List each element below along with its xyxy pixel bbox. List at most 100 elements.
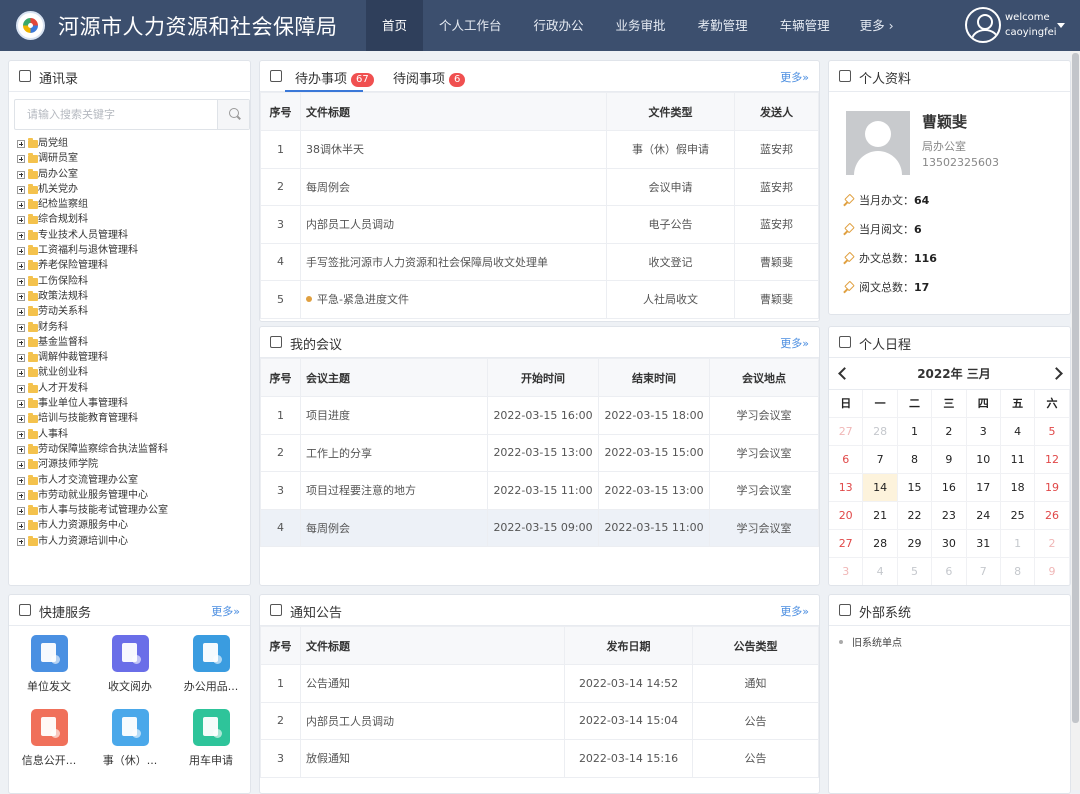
external-system-link[interactable]: 旧系统单点 bbox=[839, 634, 902, 649]
calendar-day[interactable]: 16 bbox=[932, 474, 967, 502]
calendar-day[interactable]: 31 bbox=[966, 530, 1001, 558]
contacts-search-input[interactable] bbox=[15, 100, 210, 129]
calendar-day[interactable]: 3 bbox=[829, 558, 864, 585]
tree-item[interactable]: 调研员室 bbox=[17, 151, 250, 166]
tab-toread[interactable]: 待阅事项 6 bbox=[393, 68, 466, 87]
calendar-day[interactable]: 6 bbox=[932, 558, 967, 585]
calendar-day[interactable]: 22 bbox=[897, 502, 933, 530]
expand-plus-icon[interactable] bbox=[17, 430, 25, 439]
tree-item[interactable]: 人事科 bbox=[17, 427, 250, 442]
tab-pending[interactable]: 待办事项 67 bbox=[295, 68, 374, 87]
table-row[interactable]: 5 平急-紧急进度文件 人社局收文 曹颖斐 bbox=[260, 280, 819, 319]
calendar-day[interactable]: 24 bbox=[966, 502, 1001, 530]
nav-more[interactable]: 更多 › bbox=[846, 0, 908, 51]
calendar-day[interactable]: 19 bbox=[1035, 474, 1070, 502]
nav-home[interactable]: 首页 bbox=[366, 0, 424, 51]
document-send-icon[interactable] bbox=[30, 635, 68, 672]
car-icon[interactable] bbox=[192, 709, 230, 746]
quick-services-more-link[interactable]: 更多» bbox=[211, 603, 240, 619]
tree-item[interactable]: 市人力资源服务中心 bbox=[17, 518, 250, 533]
user-avatar-icon[interactable] bbox=[965, 7, 1001, 43]
tree-item[interactable]: 培训与技能教育管理科 bbox=[17, 411, 250, 426]
expand-plus-icon[interactable] bbox=[17, 308, 25, 317]
expand-plus-icon[interactable] bbox=[17, 185, 25, 194]
calendar-day[interactable]: 2 bbox=[932, 418, 967, 446]
expand-plus-icon[interactable] bbox=[17, 476, 25, 485]
search-icon[interactable] bbox=[217, 100, 249, 129]
expand-plus-icon[interactable] bbox=[17, 247, 25, 256]
tree-item[interactable]: 局党组 bbox=[17, 136, 250, 151]
table-row[interactable]: 1 项目进度 2022-03-15 16:00 2022-03-15 18:00 学习会… bbox=[260, 396, 819, 435]
calendar-day[interactable]: 2 bbox=[1035, 530, 1070, 558]
tree-item[interactable]: 人才开发科 bbox=[17, 381, 250, 396]
nav-attendance[interactable]: 考勤管理 bbox=[682, 0, 764, 51]
tree-item[interactable]: 劳动保障监察综合执法监督科 bbox=[17, 442, 250, 457]
nav-admin-office[interactable]: 行政办公 bbox=[518, 0, 600, 51]
expand-plus-icon[interactable] bbox=[17, 537, 25, 546]
calendar-day[interactable]: 29 bbox=[897, 530, 933, 558]
expand-plus-icon[interactable] bbox=[17, 170, 25, 179]
expand-plus-icon[interactable] bbox=[17, 155, 25, 164]
tree-item[interactable]: 市人力资源培训中心 bbox=[17, 534, 250, 549]
table-row[interactable]: 1 公告通知 2022-03-14 14:52 通知 bbox=[260, 664, 819, 703]
calendar-day[interactable]: 9 bbox=[932, 446, 967, 474]
todo-more-link[interactable]: 更多» bbox=[780, 69, 809, 85]
tree-item[interactable]: 河源技师学院 bbox=[17, 457, 250, 472]
scrollbar-thumb[interactable] bbox=[1072, 53, 1079, 723]
meeting-topic[interactable]: 项目过程要注意的地方 bbox=[300, 471, 488, 510]
calendar-day[interactable]: 25 bbox=[1000, 502, 1036, 530]
expand-plus-icon[interactable] bbox=[17, 384, 25, 393]
row-title[interactable]: 内部员工人员调动 bbox=[306, 218, 394, 231]
calendar-day[interactable]: 5 bbox=[898, 558, 933, 585]
calendar-day[interactable]: 11 bbox=[1000, 446, 1036, 474]
calendar-day-today[interactable]: 14 bbox=[863, 474, 898, 502]
tree-item[interactable]: 劳动关系科 bbox=[17, 304, 250, 319]
row-title[interactable]: 手写签批河源市人力资源和社会保障局收文处理单 bbox=[306, 256, 548, 269]
expand-plus-icon[interactable] bbox=[17, 491, 25, 500]
nav-workbench[interactable]: 个人工作台 bbox=[423, 0, 518, 51]
expand-plus-icon[interactable] bbox=[17, 522, 25, 531]
document-edit-icon[interactable] bbox=[30, 709, 68, 746]
calendar-day[interactable]: 4 bbox=[1000, 418, 1036, 446]
tree-item[interactable]: 就业创业科 bbox=[17, 365, 250, 380]
notices-more-link[interactable]: 更多» bbox=[780, 603, 809, 619]
calendar-day[interactable]: 9 bbox=[1035, 558, 1070, 585]
calendar-day[interactable]: 23 bbox=[932, 502, 967, 530]
tree-item[interactable]: 工资福利与退休管理科 bbox=[17, 243, 250, 258]
expand-plus-icon[interactable] bbox=[17, 231, 25, 240]
tree-item[interactable]: 养老保险管理科 bbox=[17, 258, 250, 273]
calendar-day[interactable]: 13 bbox=[829, 474, 864, 502]
calendar-day[interactable]: 21 bbox=[863, 502, 898, 530]
expand-plus-icon[interactable] bbox=[17, 400, 25, 409]
calendar-day[interactable]: 17 bbox=[966, 474, 1001, 502]
table-row[interactable]: 2 工作上的分享 2022-03-15 13:00 2022-03-15 15:00 学… bbox=[260, 433, 819, 472]
meeting-topic[interactable]: 项目进度 bbox=[300, 396, 488, 435]
page-scrollbar[interactable] bbox=[1071, 51, 1080, 790]
notice-title[interactable]: 内部员工人员调动 bbox=[300, 701, 565, 740]
person-leave-icon[interactable] bbox=[111, 709, 149, 746]
calendar-day[interactable]: 12 bbox=[1035, 446, 1070, 474]
tree-item[interactable]: 局办公室 bbox=[17, 167, 250, 182]
table-row[interactable]: 4 每周例会 2022-03-15 09:00 2022-03-15 11:00 学习会… bbox=[260, 508, 819, 547]
calendar-day[interactable]: 26 bbox=[1035, 502, 1070, 530]
calendar-day[interactable]: 7 bbox=[863, 446, 898, 474]
tree-item[interactable]: 调解仲裁管理科 bbox=[17, 350, 250, 365]
table-row[interactable]: 3 内部员工人员调动 电子公告 蓝安邦 bbox=[260, 205, 819, 244]
calendar-day[interactable]: 28 bbox=[863, 418, 898, 446]
quick-service-3[interactable]: 办公用品... bbox=[171, 635, 250, 694]
quick-service-5[interactable]: 事（休）... bbox=[90, 709, 170, 768]
table-row[interactable]: 4 手写签批河源市人力资源和社会保障局收文处理单 收文登记 曹颖斐 bbox=[260, 242, 819, 281]
table-row[interactable]: 2 每周例会 会议申请 蓝安邦 bbox=[260, 167, 819, 206]
caret-down-icon[interactable] bbox=[1057, 23, 1065, 28]
row-title-cell[interactable]: 每周例会 bbox=[300, 167, 607, 206]
tree-item[interactable]: 市劳动就业服务管理中心 bbox=[17, 488, 250, 503]
meeting-topic[interactable]: 每周例会 bbox=[300, 508, 488, 547]
calendar-day[interactable]: 4 bbox=[863, 558, 898, 585]
row-title[interactable]: 每周例会 bbox=[306, 181, 350, 194]
quick-service-4[interactable]: 信息公开... bbox=[9, 709, 89, 768]
expand-plus-icon[interactable] bbox=[17, 369, 25, 378]
nav-business-approval[interactable]: 业务审批 bbox=[600, 0, 682, 51]
meetings-more-link[interactable]: 更多» bbox=[780, 335, 809, 351]
table-row[interactable]: 3 项目过程要注意的地方 2022-03-15 11:00 2022-03-15 13… bbox=[260, 471, 819, 510]
quick-service-2[interactable]: 收文阅办 bbox=[90, 635, 170, 694]
